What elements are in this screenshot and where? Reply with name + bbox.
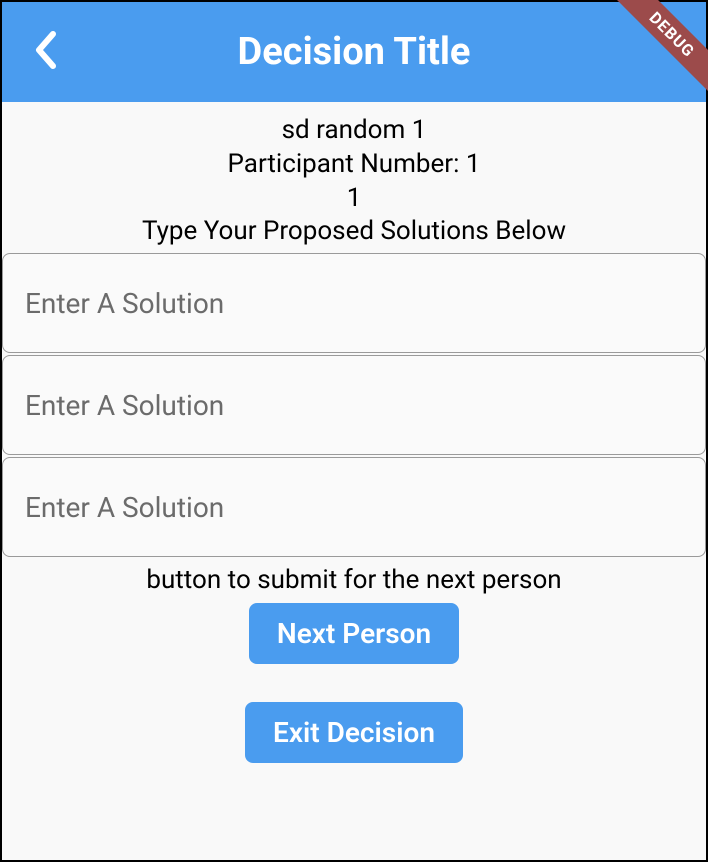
- exit-decision-button[interactable]: Exit Decision: [245, 702, 463, 763]
- back-button[interactable]: [32, 30, 58, 74]
- debug-ribbon: DEBUG: [608, 0, 708, 99]
- chevron-left-icon: [32, 30, 58, 74]
- next-person-button[interactable]: Next Person: [249, 603, 459, 664]
- app-header: Decision Title DEBUG: [2, 2, 706, 102]
- exit-decision-wrap: Exit Decision: [2, 702, 706, 763]
- solution-input-1[interactable]: [2, 253, 706, 353]
- helper-text: button to submit for the next person: [2, 565, 706, 595]
- solution-input-2[interactable]: [2, 355, 706, 455]
- info-line-2: Participant Number: 1: [2, 148, 706, 182]
- info-line-1: sd random 1: [2, 114, 706, 148]
- next-person-wrap: Next Person: [2, 603, 706, 664]
- instruction-text: Type Your Proposed Solutions Below: [2, 215, 706, 249]
- main-content: sd random 1 Participant Number: 1 1 Type…: [2, 102, 706, 763]
- solution-inputs: [2, 253, 706, 557]
- page-title: Decision Title: [238, 30, 471, 74]
- info-line-3: 1: [2, 182, 706, 216]
- solution-input-3[interactable]: [2, 457, 706, 557]
